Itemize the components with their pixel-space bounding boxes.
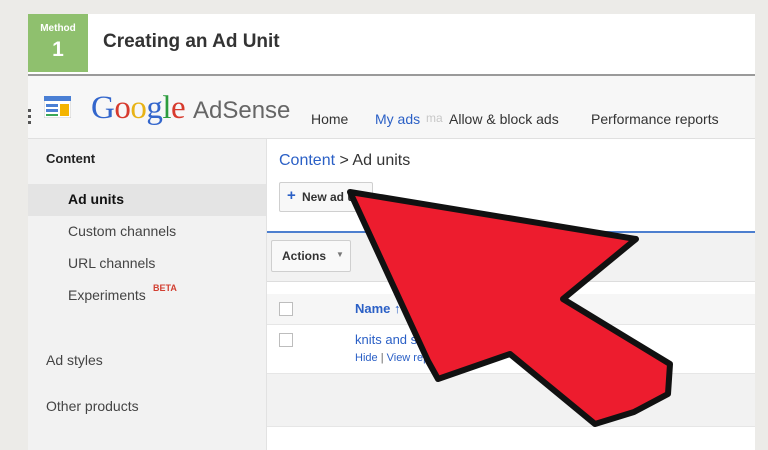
tutorial-card: Method 1 Creating an Ad Unit Google AdSe… — [28, 14, 755, 450]
red-arrow-pointer-icon — [347, 189, 673, 427]
